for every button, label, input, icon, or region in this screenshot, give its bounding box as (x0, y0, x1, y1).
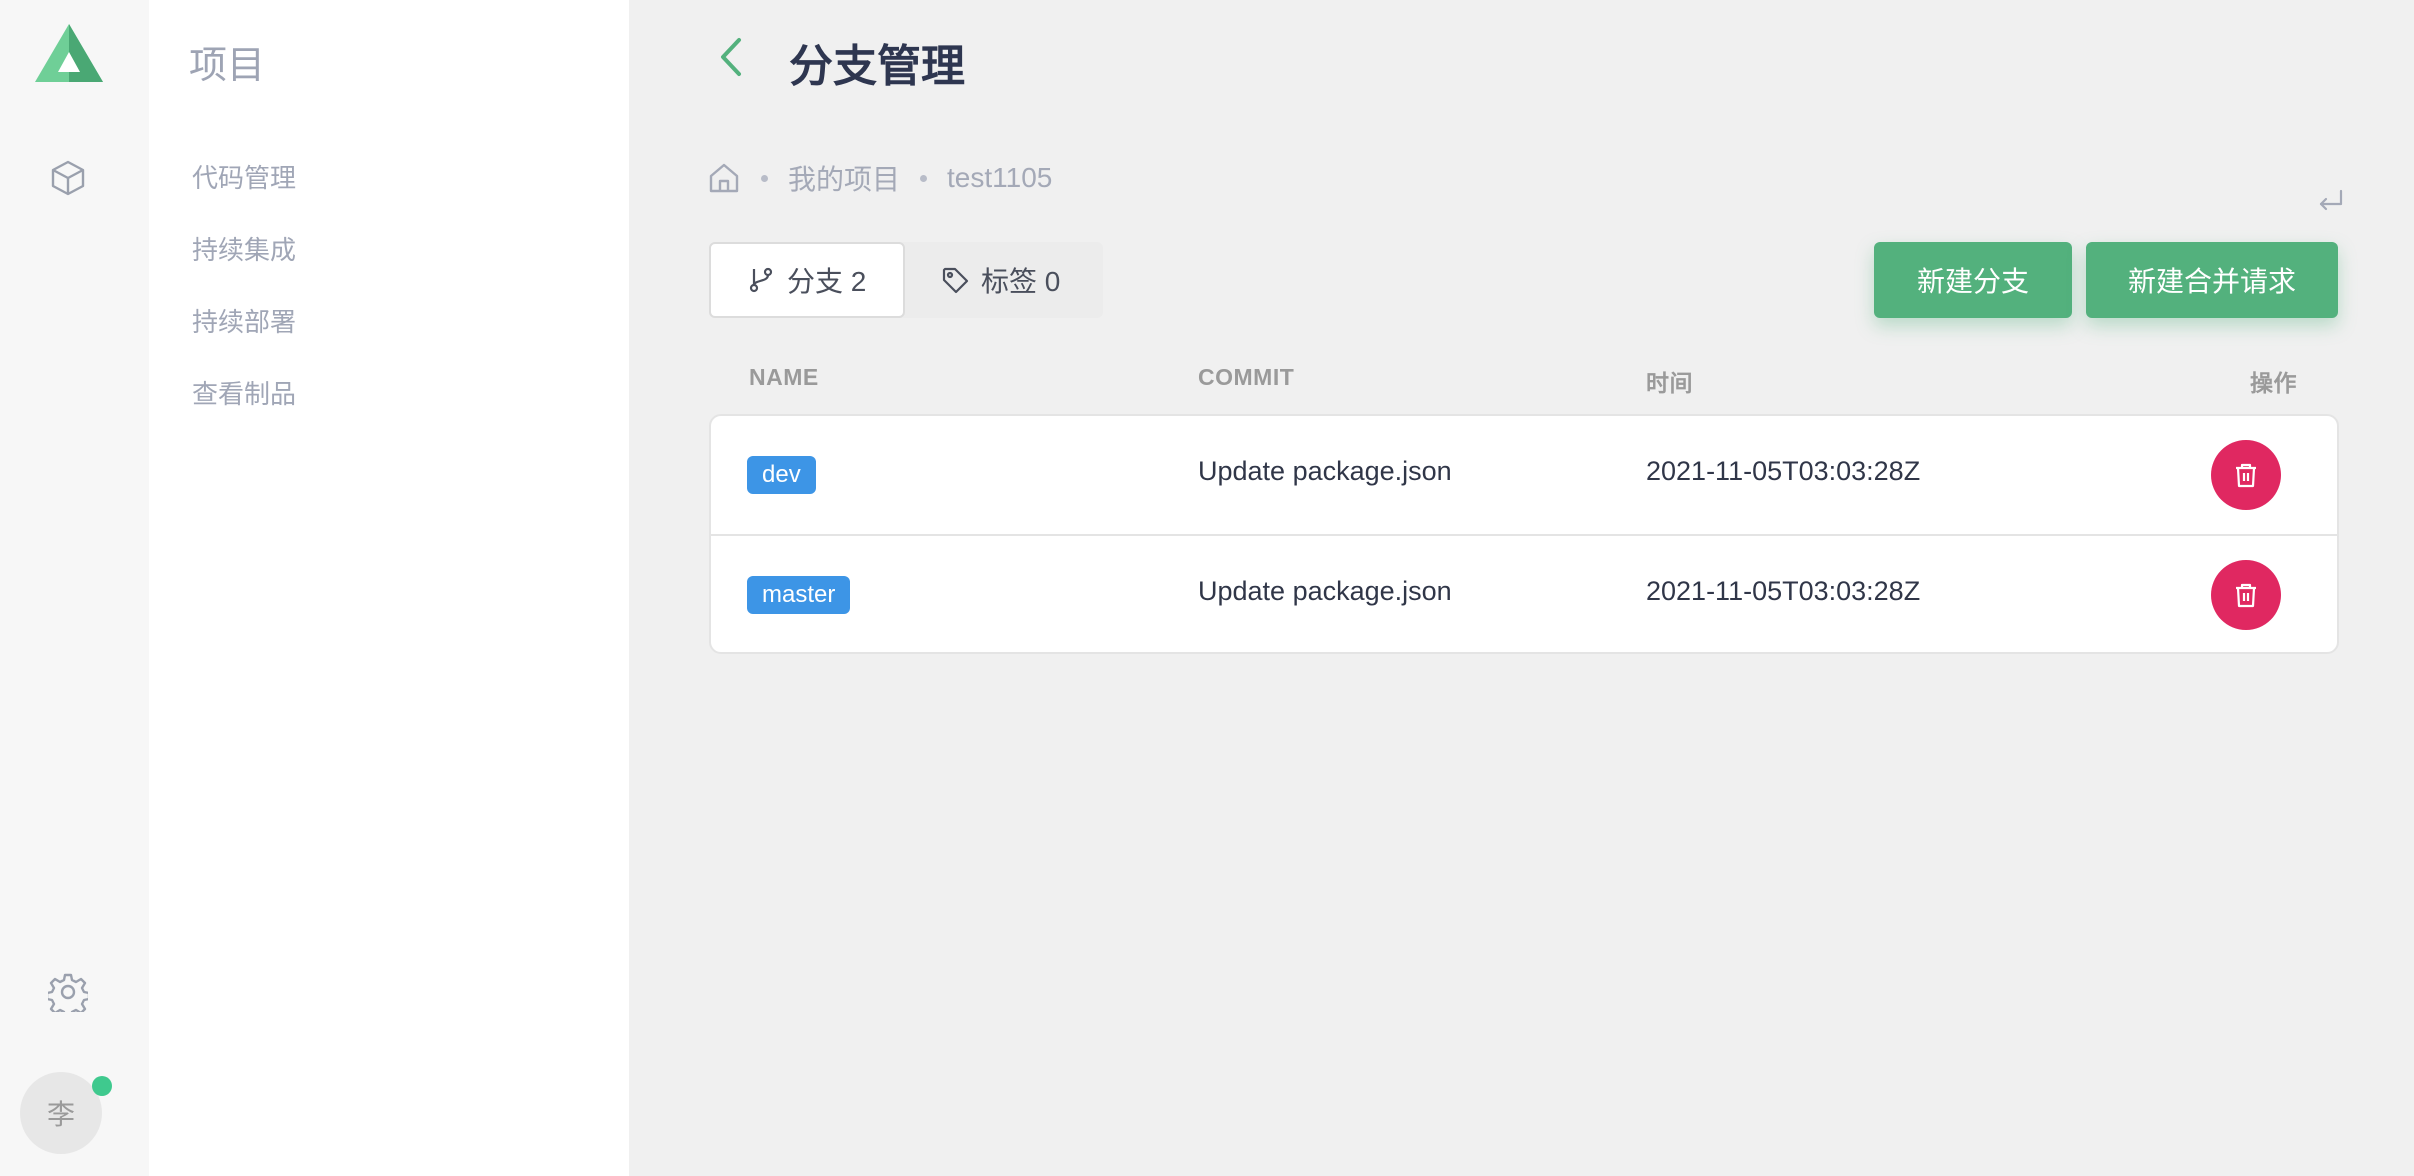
triangle-logo-icon[interactable] (34, 22, 104, 84)
chevron-left-icon[interactable] (713, 36, 749, 78)
return-icon[interactable] (2315, 186, 2345, 216)
trash-icon (2236, 463, 2256, 488)
column-header-commit: COMMIT (1198, 364, 1295, 390)
tag-icon (942, 267, 969, 294)
branch-name-badge[interactable]: master (747, 576, 851, 614)
tab-tags[interactable]: 标签 0 (905, 242, 1096, 318)
column-header-name: NAME (749, 364, 819, 390)
icon-rail: 李 (0, 0, 149, 1176)
main-content: 分支管理 我的项目 test1105 分支 2 标签 0 新建分支 新建合并请求… (629, 0, 2414, 1176)
project-sidebar: 项目 代码管理 持续集成 持续部署 查看制品 (149, 0, 629, 1176)
sidebar-item-continuous-integration[interactable]: 持续集成 (192, 230, 296, 267)
home-icon[interactable] (707, 161, 741, 195)
sidebar-item-view-artifacts[interactable]: 查看制品 (192, 374, 296, 411)
column-header-action: 操作 (2250, 370, 2297, 396)
branch-icon (749, 267, 773, 293)
breadcrumb-project[interactable]: test1105 (947, 162, 1052, 194)
app-root: 李 项目 代码管理 持续集成 持续部署 查看制品 分支管理 我的项目 test1… (0, 0, 2414, 1176)
tab-tags-label: 标签 0 (981, 266, 1061, 297)
branch-table: dev Update package.json 2021-11-05T03:03… (709, 414, 2339, 654)
sidebar-title: 项目 (189, 45, 266, 87)
delete-branch-button[interactable] (2211, 560, 2281, 630)
breadcrumb-separator (761, 174, 768, 182)
column-header-time: 时间 (1646, 370, 1693, 396)
commit-message: Update package.json (1198, 576, 1452, 606)
table-row: master Update package.json 2021-11-05T03… (711, 534, 2337, 652)
commit-time: 2021-11-05T03:03:28Z (1646, 456, 1921, 486)
breadcrumb-my-projects[interactable]: 我的项目 (788, 158, 900, 198)
page-title: 分支管理 (789, 42, 965, 91)
gear-icon[interactable] (45, 972, 91, 1019)
sidebar-item-continuous-deployment[interactable]: 持续部署 (192, 302, 296, 339)
sidebar-item-code-management[interactable]: 代码管理 (192, 158, 296, 195)
cube-icon[interactable] (48, 158, 88, 198)
new-branch-button[interactable]: 新建分支 (1874, 242, 2072, 318)
online-status-dot (92, 1076, 112, 1096)
trash-icon (2236, 583, 2256, 608)
breadcrumb-separator (920, 174, 928, 182)
tab-branches[interactable]: 分支 2 (709, 242, 905, 318)
commit-time: 2021-11-05T03:03:28Z (1646, 576, 1921, 606)
commit-message: Update package.json (1198, 456, 1452, 486)
delete-branch-button[interactable] (2211, 440, 2281, 510)
avatar-initial: 李 (46, 1099, 75, 1130)
branch-tag-tabs: 分支 2 标签 0 (709, 242, 1103, 318)
branch-name-badge[interactable]: dev (747, 456, 816, 494)
table-row: dev Update package.json 2021-11-05T03:03… (711, 416, 2337, 534)
avatar[interactable]: 李 (20, 1072, 102, 1154)
new-merge-request-button[interactable]: 新建合并请求 (2086, 242, 2338, 318)
breadcrumb: 我的项目 test1105 (707, 158, 1052, 198)
tab-branches-label: 分支 2 (787, 266, 867, 297)
